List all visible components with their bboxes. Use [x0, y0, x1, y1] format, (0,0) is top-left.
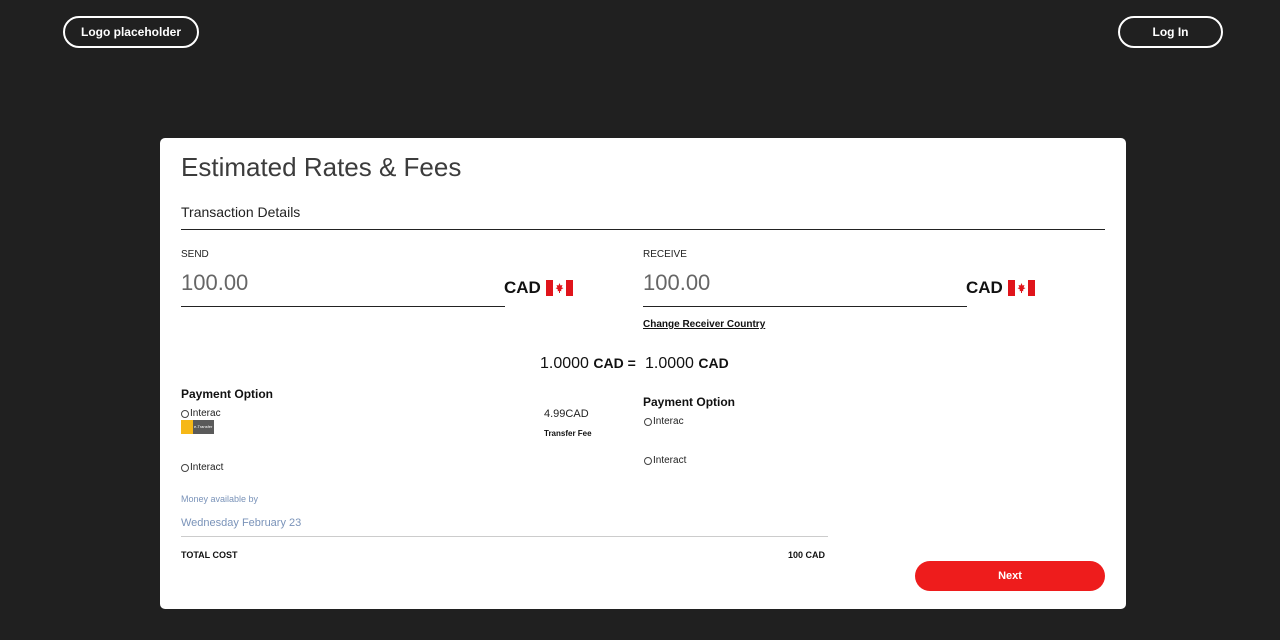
send-label: SEND — [181, 249, 209, 260]
receive-option-interact-label: Interact — [653, 455, 687, 466]
money-available-label: Money available by — [181, 494, 259, 504]
radio-button[interactable] — [181, 409, 189, 418]
receive-label: RECEIVE — [643, 249, 687, 260]
send-option-interact[interactable]: Interact — [181, 462, 223, 473]
send-option-interac[interactable]: Interac — [181, 408, 221, 419]
page-title: Estimated Rates & Fees — [181, 152, 462, 182]
rate-left-value: 1.0000 — [540, 355, 589, 372]
money-available-date: Wednesday February 23 — [181, 517, 302, 529]
receive-option-interac[interactable]: Interac — [644, 416, 684, 427]
send-currency-code: CAD — [504, 278, 541, 297]
send-option-interact-label: Interact — [190, 462, 224, 473]
interac-badge-icon: e-Transfer — [181, 420, 214, 434]
radio-button[interactable] — [644, 417, 652, 426]
receive-amount-underline — [643, 306, 967, 307]
radio-button[interactable] — [644, 456, 652, 465]
section-divider — [181, 229, 1105, 230]
receive-amount-input[interactable] — [643, 269, 943, 297]
login-button[interactable]: Log In — [1118, 16, 1223, 48]
canada-flag-icon — [1007, 280, 1035, 296]
total-cost-label: TOTAL COST — [181, 550, 238, 560]
exchange-rate-right: 1.0000 CAD — [645, 355, 729, 373]
receive-currency-code: CAD — [966, 278, 1003, 297]
send-currency-selector[interactable]: CAD — [504, 278, 573, 298]
send-payment-option-title: Payment Option — [181, 387, 274, 401]
change-receiver-country-link[interactable]: Change Receiver Country — [643, 319, 765, 330]
radio-button[interactable] — [181, 463, 189, 472]
logo-placeholder-button[interactable]: Logo placeholder — [63, 16, 199, 48]
rate-left-currency: CAD = — [593, 355, 636, 371]
availability-divider — [181, 536, 828, 537]
rates-fees-card: Estimated Rates & Fees Transaction Detai… — [160, 138, 1126, 609]
exchange-rate-left: 1.0000 CAD = — [540, 355, 636, 373]
receive-payment-option-title: Payment Option — [643, 395, 736, 409]
send-option-interac-label: Interac — [190, 408, 221, 419]
canada-flag-icon — [545, 280, 573, 296]
transfer-fee-amount: 4.99CAD — [544, 408, 589, 420]
rate-right-value: 1.0000 — [645, 355, 694, 372]
transfer-fee-label: Transfer Fee — [544, 429, 592, 438]
send-amount-input[interactable] — [181, 269, 481, 297]
receive-option-interac-label: Interac — [653, 416, 684, 427]
send-amount-underline — [181, 306, 505, 307]
total-cost-value: 100 CAD — [788, 550, 826, 560]
receive-option-interact[interactable]: Interact — [644, 455, 686, 466]
section-subtitle: Transaction Details — [181, 204, 301, 220]
rate-right-currency: CAD — [698, 355, 729, 371]
next-button[interactable]: Next — [915, 561, 1105, 591]
receive-currency-selector[interactable]: CAD — [966, 278, 1035, 298]
